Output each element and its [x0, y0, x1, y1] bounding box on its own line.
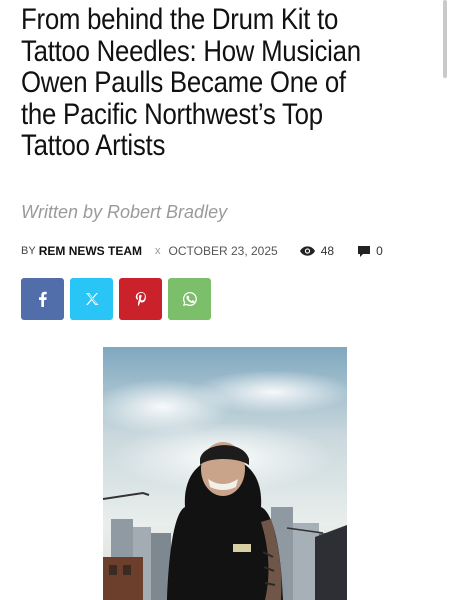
author-link[interactable]: REM NEWS TEAM	[39, 244, 142, 258]
publish-date: OCTOBER 23, 2025	[168, 244, 278, 258]
scrollbar[interactable]	[443, 0, 447, 78]
article-title: From behind the Drum Kit to Tattoo Needl…	[21, 3, 361, 162]
view-count-value: 48	[320, 244, 335, 258]
featured-photo-illustration	[103, 347, 347, 600]
share-facebook-button[interactable]	[21, 278, 64, 320]
pinterest-icon	[135, 292, 146, 307]
share-pinterest-button[interactable]	[119, 278, 162, 320]
whatsapp-icon	[182, 292, 197, 306]
comment-count[interactable]: 0	[358, 244, 383, 258]
share-whatsapp-button[interactable]	[168, 278, 211, 320]
view-count: 48	[299, 244, 335, 258]
article-meta: BY REM NEWS TEAM x OCTOBER 23, 2025 48 0	[21, 242, 383, 260]
share-buttons	[21, 278, 211, 320]
comment-count-value: 0	[376, 244, 383, 258]
eye-icon	[299, 246, 315, 256]
meta-separator: x	[155, 245, 161, 257]
x-icon	[85, 293, 98, 305]
by-prefix: BY	[21, 245, 36, 257]
comment-icon	[358, 245, 371, 257]
facebook-icon	[38, 291, 47, 307]
written-by-line: Written by Robert Bradley	[21, 202, 228, 222]
share-x-button[interactable]	[70, 278, 113, 320]
featured-photo[interactable]	[103, 347, 347, 600]
